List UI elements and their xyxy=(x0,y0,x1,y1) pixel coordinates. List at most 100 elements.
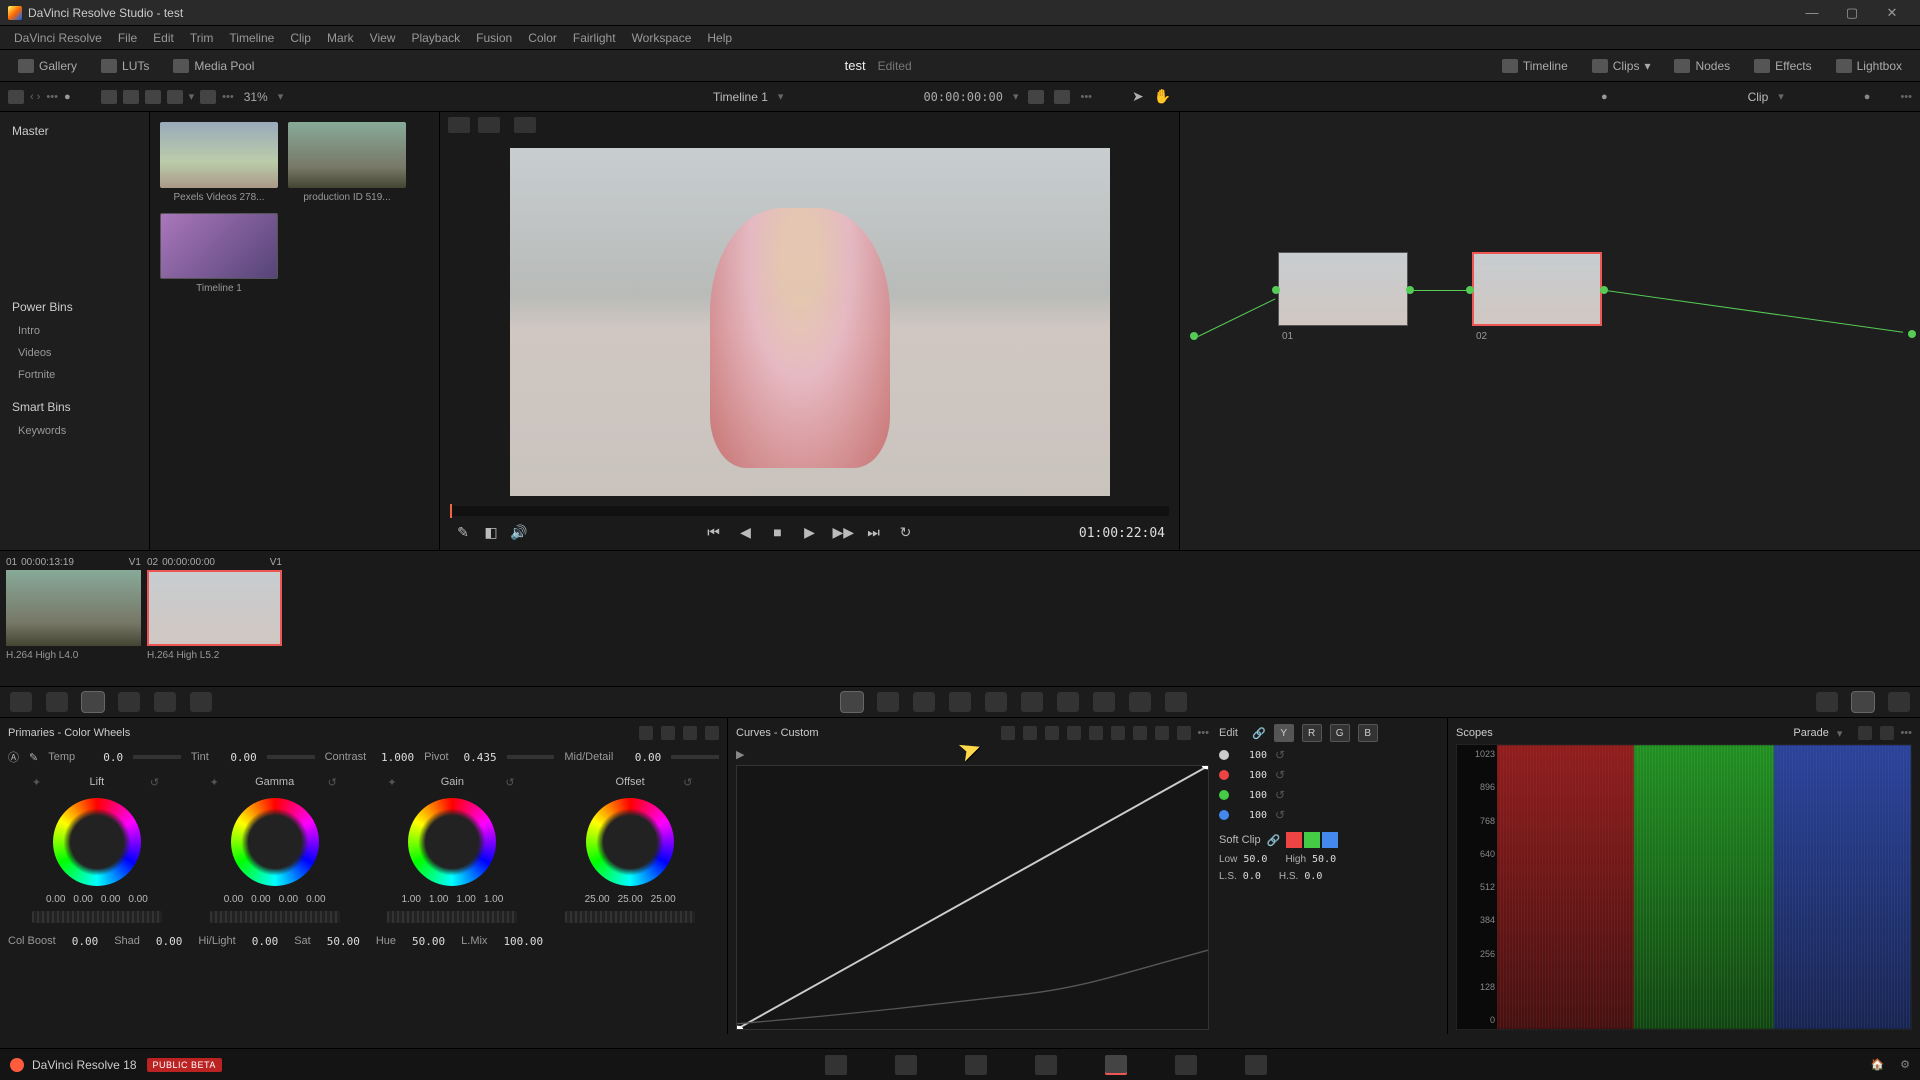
fairlight-page-icon[interactable] xyxy=(1175,1055,1197,1075)
mute-icon[interactable]: 🔊 xyxy=(510,524,528,542)
pivot-value[interactable]: 0.435 xyxy=(459,751,497,764)
expand-icon[interactable] xyxy=(1054,90,1070,104)
camera-raw-icon[interactable] xyxy=(10,692,32,712)
keyframe-icon[interactable] xyxy=(1816,692,1838,712)
intensity-b[interactable]: 100 xyxy=(1237,810,1267,821)
menu-item[interactable]: Edit xyxy=(145,31,182,45)
timeline-toggle[interactable]: Timeline xyxy=(1494,55,1576,77)
onion-icon[interactable]: ◧ xyxy=(482,524,500,542)
reset-icon[interactable] xyxy=(705,726,719,740)
offset-jog[interactable] xyxy=(565,911,695,923)
hue-lum-icon[interactable] xyxy=(1067,726,1081,740)
menu-item[interactable]: View xyxy=(362,31,404,45)
hand-tool-icon[interactable]: ✋ xyxy=(1154,88,1171,105)
link-icon[interactable]: 🔗 xyxy=(1267,834,1281,847)
smart-bins-header[interactable]: Smart Bins xyxy=(0,394,149,420)
menu-item[interactable]: Fairlight xyxy=(565,31,624,45)
highlight-icon[interactable] xyxy=(514,117,536,133)
temp-value[interactable]: 0.0 xyxy=(85,751,123,764)
link-icon[interactable]: 🔗 xyxy=(1252,727,1266,740)
corrector-node-selected[interactable]: 02 xyxy=(1472,252,1602,344)
menu-item[interactable]: File xyxy=(110,31,145,45)
softclip-g[interactable] xyxy=(1304,832,1320,848)
yrgb-toggle-icon[interactable]: ✦ xyxy=(387,776,399,788)
warper-icon[interactable] xyxy=(877,692,899,712)
scopes-icon[interactable] xyxy=(1852,692,1874,712)
yrgb-toggle-icon[interactable]: ✦ xyxy=(210,776,222,788)
media-clip[interactable]: Pexels Videos 278... xyxy=(160,122,278,203)
lmix-value[interactable]: 100.00 xyxy=(503,935,543,948)
channel-r[interactable]: R xyxy=(1302,724,1322,742)
menu-item[interactable]: Clip xyxy=(282,31,319,45)
primaries-icon[interactable] xyxy=(82,692,104,712)
reset-icon[interactable]: ↺ xyxy=(1275,788,1285,802)
prev-frame-button[interactable]: ◀ xyxy=(737,524,755,542)
curves-graph[interactable] xyxy=(736,765,1209,1030)
home-icon[interactable] xyxy=(10,1058,24,1072)
tracker-icon[interactable] xyxy=(985,692,1007,712)
menu-item[interactable]: Trim xyxy=(182,31,222,45)
menu-item[interactable]: Color xyxy=(520,31,565,45)
viewer-scrubber[interactable] xyxy=(450,506,1169,516)
power-bins-header[interactable]: Power Bins xyxy=(0,294,149,320)
thumb-view-icon[interactable] xyxy=(101,90,117,104)
temp-slider[interactable] xyxy=(133,755,181,759)
sat-lum-icon[interactable] xyxy=(1133,726,1147,740)
loop-button[interactable]: ↻ xyxy=(897,524,915,542)
lift-wheel[interactable]: ✦Lift↺ 0.000.000.000.00 xyxy=(12,776,182,923)
menu-item[interactable]: Playback xyxy=(403,31,468,45)
intensity-r[interactable]: 100 xyxy=(1237,770,1267,781)
next-frame-button[interactable]: ▶▶ xyxy=(833,524,851,542)
sat-value[interactable]: 50.00 xyxy=(327,935,360,948)
sort-icon[interactable] xyxy=(200,90,216,104)
curves-icon[interactable] xyxy=(841,692,863,712)
hue-sat-icon[interactable] xyxy=(1045,726,1059,740)
contrast-value[interactable]: 1.000 xyxy=(376,751,414,764)
media-clip[interactable]: Timeline 1 xyxy=(160,213,278,294)
node-editor[interactable]: 01 02 xyxy=(1180,112,1920,550)
reset-icon[interactable]: ↺ xyxy=(683,776,695,788)
softclip-ls[interactable]: 0.0 xyxy=(1243,871,1261,882)
reset-icon[interactable]: ↺ xyxy=(328,776,340,788)
minimize-button[interactable]: — xyxy=(1792,0,1832,26)
gain-wheel[interactable]: ✦Gain↺ 1.001.001.001.00 xyxy=(367,776,537,923)
corrector-node[interactable]: 01 xyxy=(1278,252,1408,344)
softclip-r[interactable] xyxy=(1286,832,1302,848)
project-settings-icon[interactable]: ⚙ xyxy=(1900,1058,1910,1071)
reset-icon[interactable]: ↺ xyxy=(1275,808,1285,822)
channel-y[interactable]: Y xyxy=(1274,724,1294,742)
lift-jog[interactable] xyxy=(32,911,162,923)
menu-item[interactable]: Workspace xyxy=(624,31,700,45)
spline-toggle-icon[interactable]: ▶ xyxy=(736,748,744,761)
scope-expand-icon[interactable] xyxy=(1880,726,1894,740)
timeline-name[interactable]: Timeline 1 xyxy=(713,90,768,104)
clip-thumb-selected[interactable]: 0200:00:00:00V1 H.264 High L5.2 xyxy=(147,557,282,680)
yrgb-toggle-icon[interactable]: ✦ xyxy=(32,776,44,788)
auto-balance-icon[interactable]: Ⓐ xyxy=(8,749,19,765)
stop-button[interactable]: ■ xyxy=(769,524,787,542)
luts-button[interactable]: LUTs xyxy=(93,55,157,77)
scope-layout-icon[interactable] xyxy=(1858,726,1872,740)
cut-page-icon[interactable] xyxy=(895,1055,917,1075)
nodes-toggle[interactable]: Nodes xyxy=(1666,55,1738,77)
picker-icon[interactable]: ✎ xyxy=(29,751,38,764)
effects-toggle[interactable]: Effects xyxy=(1746,55,1819,77)
project-manager-icon[interactable]: 🏠 xyxy=(1870,1058,1884,1071)
shad-value[interactable]: 0.00 xyxy=(156,935,183,948)
hilight-value[interactable]: 0.00 xyxy=(252,935,279,948)
menu-item[interactable]: Timeline xyxy=(221,31,282,45)
play-button[interactable]: ▶ xyxy=(801,524,819,542)
hue-curves-icon[interactable] xyxy=(1023,726,1037,740)
edit-page-icon[interactable] xyxy=(965,1055,987,1075)
master-bin[interactable]: Master xyxy=(0,118,149,144)
reset-icon[interactable]: ↺ xyxy=(1275,748,1285,762)
media-clip[interactable]: production ID 519... xyxy=(288,122,406,203)
split-wipe-icon[interactable] xyxy=(478,117,500,133)
sat-sat-icon[interactable] xyxy=(1111,726,1125,740)
reset-icon[interactable]: ↺ xyxy=(505,776,517,788)
hdr-wheels-icon[interactable] xyxy=(118,692,140,712)
middetail-value[interactable]: 0.00 xyxy=(623,751,661,764)
blur-icon[interactable] xyxy=(1057,692,1079,712)
clip-thumb[interactable]: 0100:00:13:19V1 H.264 High L4.0 xyxy=(6,557,141,680)
scope-mode[interactable]: Parade xyxy=(1793,727,1828,739)
